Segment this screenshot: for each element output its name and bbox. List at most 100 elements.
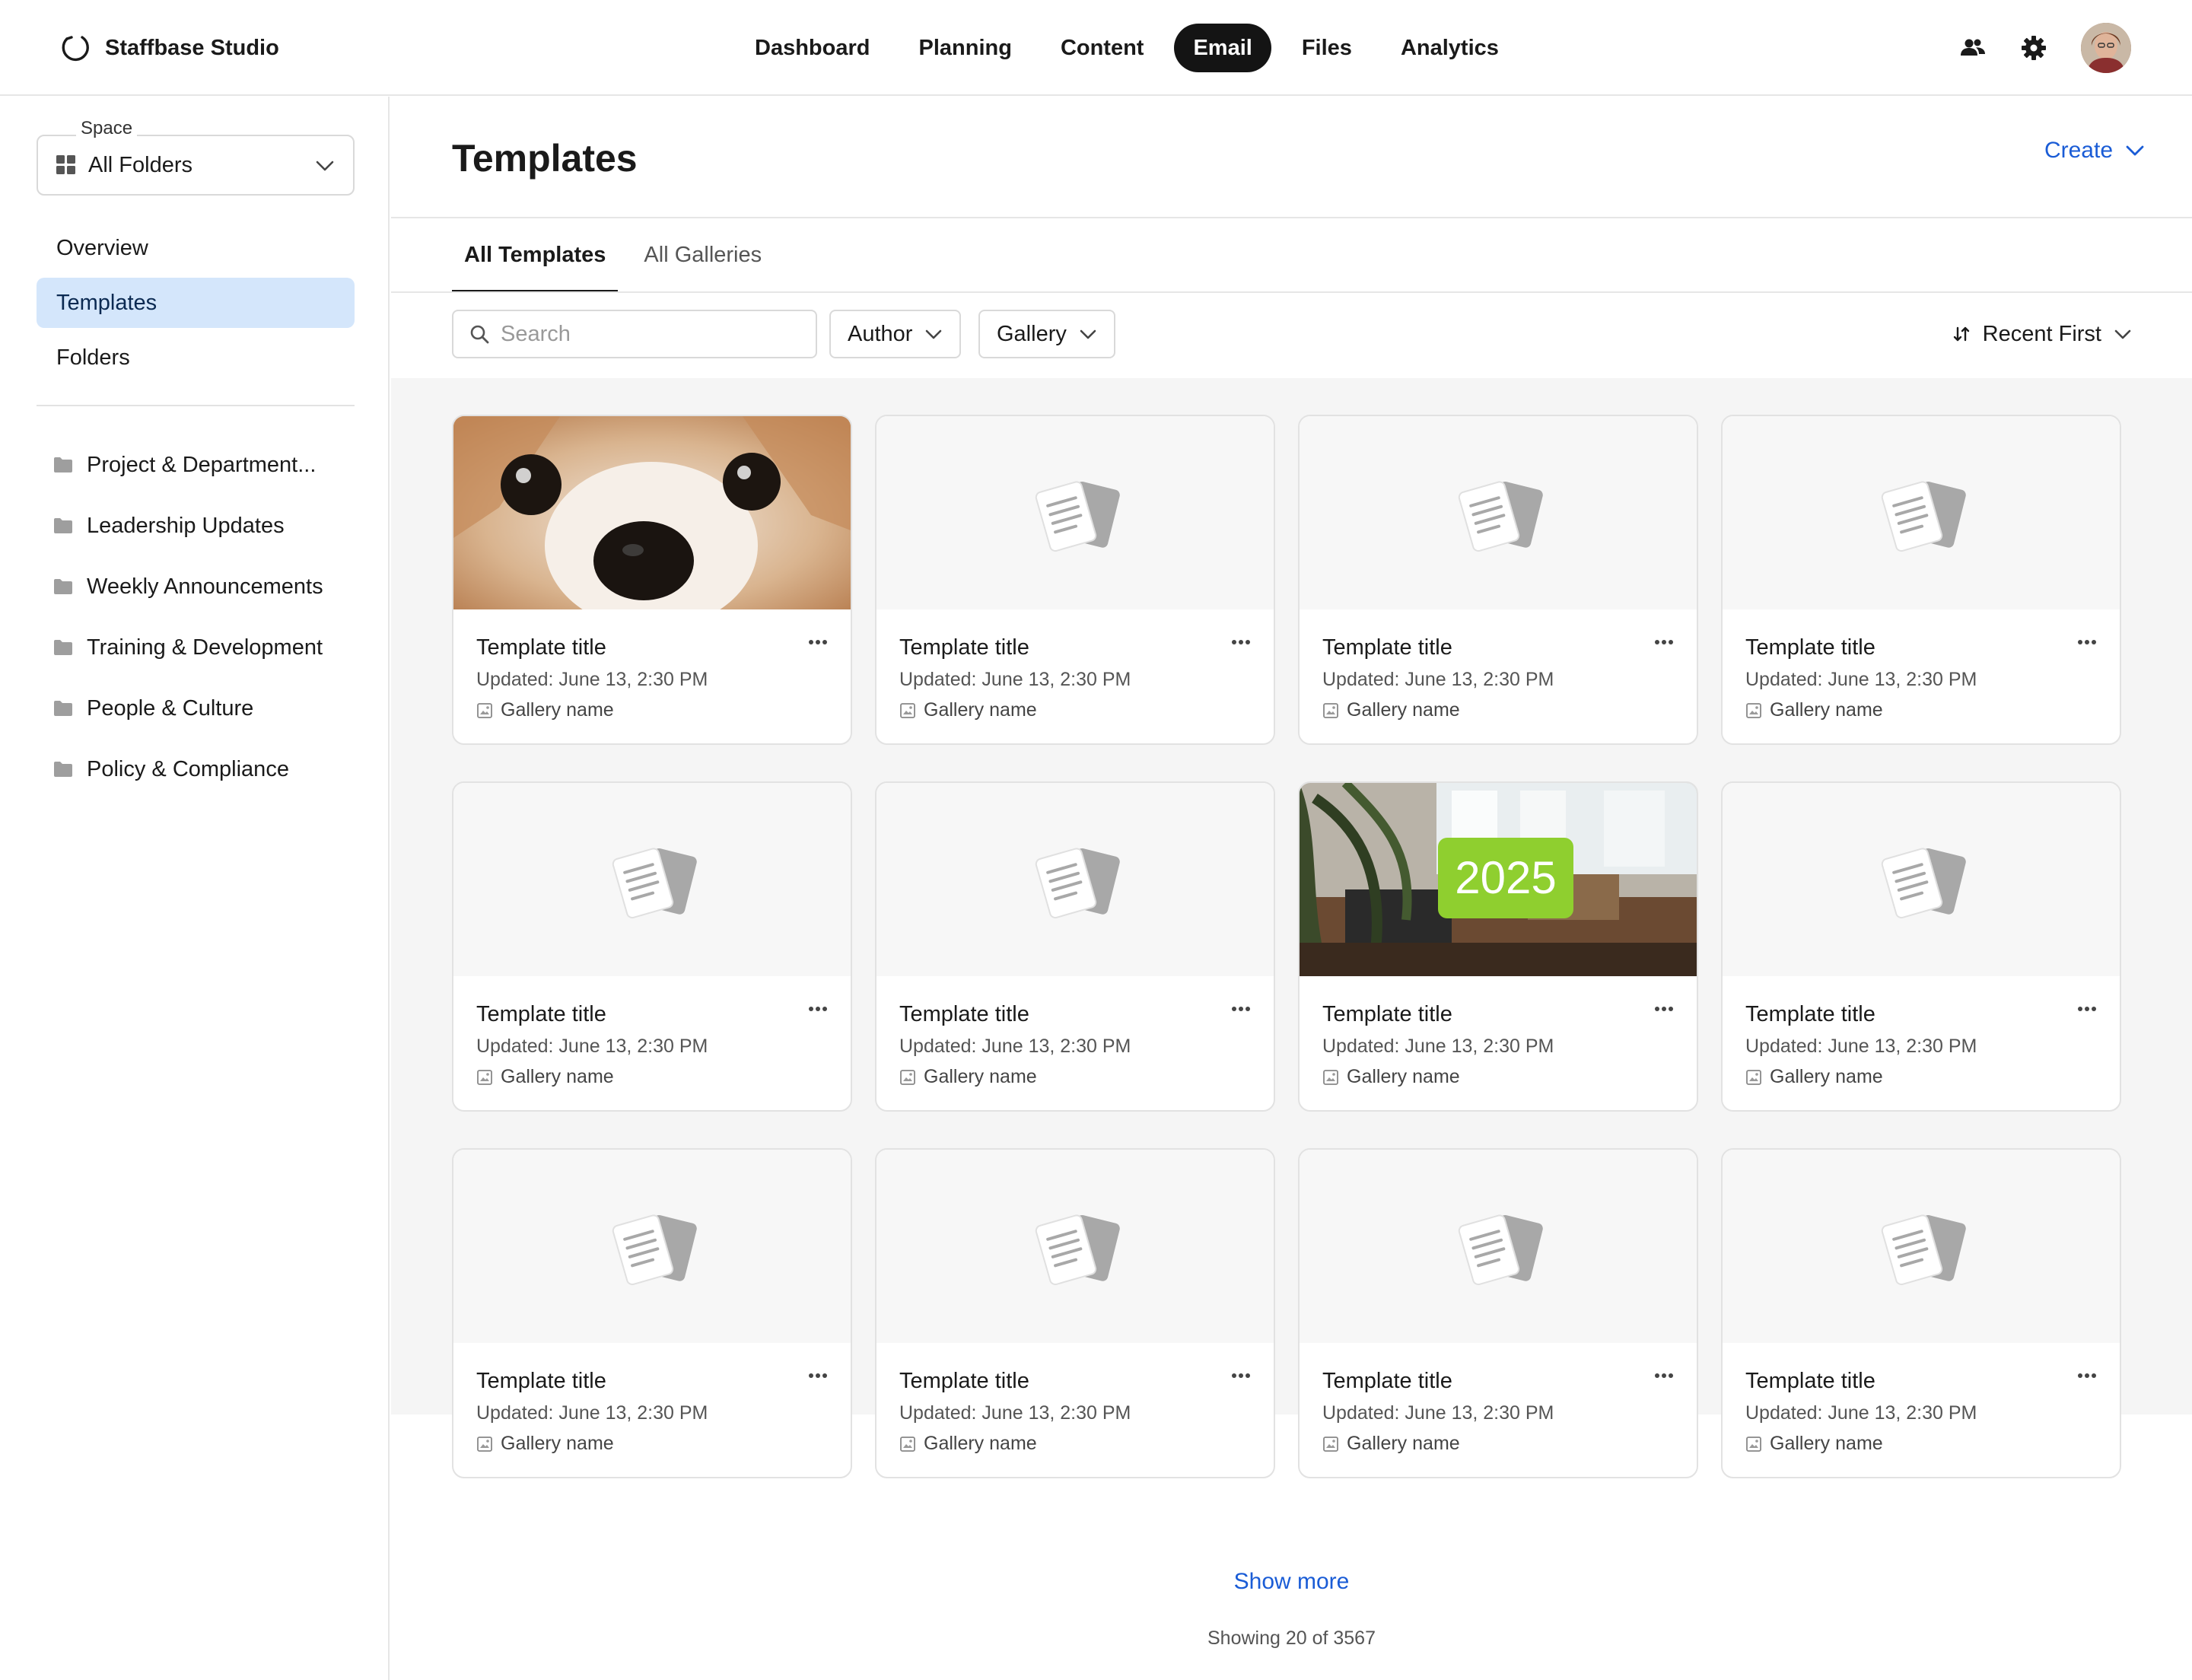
document-icon [612, 848, 697, 919]
people-icon[interactable] [1956, 31, 1990, 65]
search-input[interactable] [501, 321, 805, 347]
more-options-icon[interactable] [1230, 631, 1252, 654]
nav-analytics[interactable]: Analytics [1376, 24, 1523, 72]
avatar[interactable] [2081, 23, 2131, 73]
sort-dropdown[interactable]: Recent First [1951, 310, 2133, 358]
folder-icon [54, 457, 72, 473]
gallery-icon [477, 1436, 492, 1452]
template-card[interactable]: Template title Updated: June 13, 2:30 PM G… [1721, 1148, 2121, 1478]
template-card[interactable]: Template title Updated: June 13, 2:30 PM G… [875, 415, 1275, 745]
create-button[interactable]: Create [2044, 138, 2146, 164]
more-options-icon[interactable] [806, 631, 829, 654]
sidebar-item-overview[interactable]: Overview [37, 223, 355, 273]
more-options-icon[interactable] [1230, 998, 1252, 1020]
space-select[interactable]: All Folders [37, 135, 355, 196]
template-card[interactable]: Template title Updated: June 13, 2:30 PM G… [1298, 415, 1698, 745]
folder-label: Leadership Updates [87, 513, 285, 538]
more-options-icon[interactable] [1653, 998, 1675, 1020]
folder-item[interactable]: Policy & Compliance [53, 739, 373, 800]
folder-label: Project & Department... [87, 452, 317, 477]
more-options-icon[interactable] [2076, 631, 2098, 654]
document-icon [1881, 1214, 1966, 1286]
more-options-icon[interactable] [806, 998, 829, 1020]
grid-icon [56, 155, 75, 174]
main-nav: Dashboard Planning Content Email Files Analyt… [730, 24, 1523, 72]
sidebar-item-folders[interactable]: Folders [37, 332, 355, 383]
more-options-icon[interactable] [1230, 1364, 1252, 1387]
dog-photo [453, 416, 851, 609]
folder-item[interactable]: Project & Department... [53, 434, 373, 495]
gallery-icon [477, 1069, 492, 1085]
template-thumbnail [1300, 416, 1697, 609]
gallery-filter[interactable]: Gallery [978, 310, 1115, 358]
tabs-divider [391, 291, 2192, 293]
template-thumbnail [876, 783, 1274, 976]
gallery-icon [1746, 702, 1761, 718]
more-options-icon[interactable] [806, 1364, 829, 1387]
more-options-icon[interactable] [2076, 998, 2098, 1020]
sidebar-item-templates[interactable]: Templates [37, 278, 355, 328]
template-card[interactable]: Template title Updated: June 13, 2:30 PM G… [452, 781, 852, 1112]
template-gallery: Gallery name [1322, 1433, 1460, 1455]
gallery-name: Gallery name [1770, 1066, 1883, 1087]
sidebar: Space All Folders Overview Templates Folde… [0, 97, 390, 1680]
tab-all-templates[interactable]: All Templates [452, 218, 619, 293]
folder-icon [54, 640, 72, 655]
template-card[interactable]: Template title Updated: June 13, 2:30 PM G… [1721, 781, 2121, 1112]
document-icon [1035, 848, 1120, 919]
template-card[interactable]: Template title Updated: June 13, 2:30 PM G… [875, 781, 1275, 1112]
template-updated: Updated: June 13, 2:30 PM [899, 1036, 1131, 1057]
folder-item[interactable]: Leadership Updates [53, 495, 373, 556]
more-options-icon[interactable] [1653, 631, 1675, 654]
gallery-icon [477, 702, 492, 718]
template-thumbnail [1723, 1150, 2120, 1343]
brand-name: Staffbase Studio [105, 35, 279, 60]
template-card[interactable]: Template title Updated: June 13, 2:30 PM G… [452, 1148, 852, 1478]
template-card[interactable]: Template title Updated: June 13, 2:30 PM G… [1721, 415, 2121, 745]
template-updated: Updated: June 13, 2:30 PM [1322, 1402, 1554, 1424]
template-title: Template title [1745, 1369, 1875, 1393]
tab-all-galleries[interactable]: All Galleries [632, 218, 774, 291]
search-box [452, 310, 817, 358]
chevron-down-icon [316, 161, 334, 171]
nav-email[interactable]: Email [1174, 24, 1271, 72]
template-gallery: Gallery name [476, 1433, 614, 1455]
template-card[interactable]: Template title Updated: June 13, 2:30 PM G… [875, 1148, 1275, 1478]
document-icon [1458, 1214, 1543, 1286]
chevron-down-icon [1080, 329, 1096, 339]
brand[interactable]: Staffbase Studio [61, 30, 279, 65]
template-title: Template title [1745, 1002, 1875, 1026]
template-gallery: Gallery name [476, 699, 614, 721]
author-filter[interactable]: Author [829, 310, 962, 358]
show-more-button[interactable]: Show more [391, 1569, 2192, 1595]
folder-item[interactable]: Weekly Announcements [53, 556, 373, 617]
template-card[interactable]: Template title Updated: June 13, 2:30 PM G… [452, 415, 852, 745]
template-title: Template title [1322, 1369, 1452, 1393]
gallery-name: Gallery name [1347, 699, 1460, 721]
template-updated: Updated: June 13, 2:30 PM [1322, 1036, 1554, 1057]
template-card[interactable]: 2025 Template title Updated: June 13, 2:30… [1298, 781, 1698, 1112]
nav-planning[interactable]: Planning [894, 24, 1036, 72]
template-updated: Updated: June 13, 2:30 PM [1745, 669, 1977, 690]
year-badge: 2025 [1438, 838, 1573, 918]
folder-item[interactable]: Training & Development [53, 617, 373, 678]
gallery-name: Gallery name [501, 1066, 614, 1087]
gallery-name: Gallery name [924, 1066, 1037, 1087]
template-updated: Updated: June 13, 2:30 PM [476, 1036, 708, 1057]
template-card[interactable]: Template title Updated: June 13, 2:30 PM G… [1298, 1148, 1698, 1478]
document-icon [1881, 848, 1966, 919]
template-gallery: Gallery name [476, 1066, 614, 1088]
template-updated: Updated: June 13, 2:30 PM [476, 669, 708, 690]
more-options-icon[interactable] [2076, 1364, 2098, 1387]
nav-content[interactable]: Content [1036, 24, 1169, 72]
nav-files[interactable]: Files [1277, 24, 1376, 72]
more-options-icon[interactable] [1653, 1364, 1675, 1387]
nav-dashboard[interactable]: Dashboard [730, 24, 894, 72]
folder-item[interactable]: People & Culture [53, 678, 373, 739]
template-thumbnail [1723, 783, 2120, 976]
staffbase-logo-icon [62, 36, 89, 62]
gear-icon[interactable] [2017, 31, 2050, 65]
template-thumbnail [1300, 1150, 1697, 1343]
folder-list: Project & Department... Leadership Update… [53, 434, 373, 800]
gallery-icon [1746, 1436, 1761, 1452]
